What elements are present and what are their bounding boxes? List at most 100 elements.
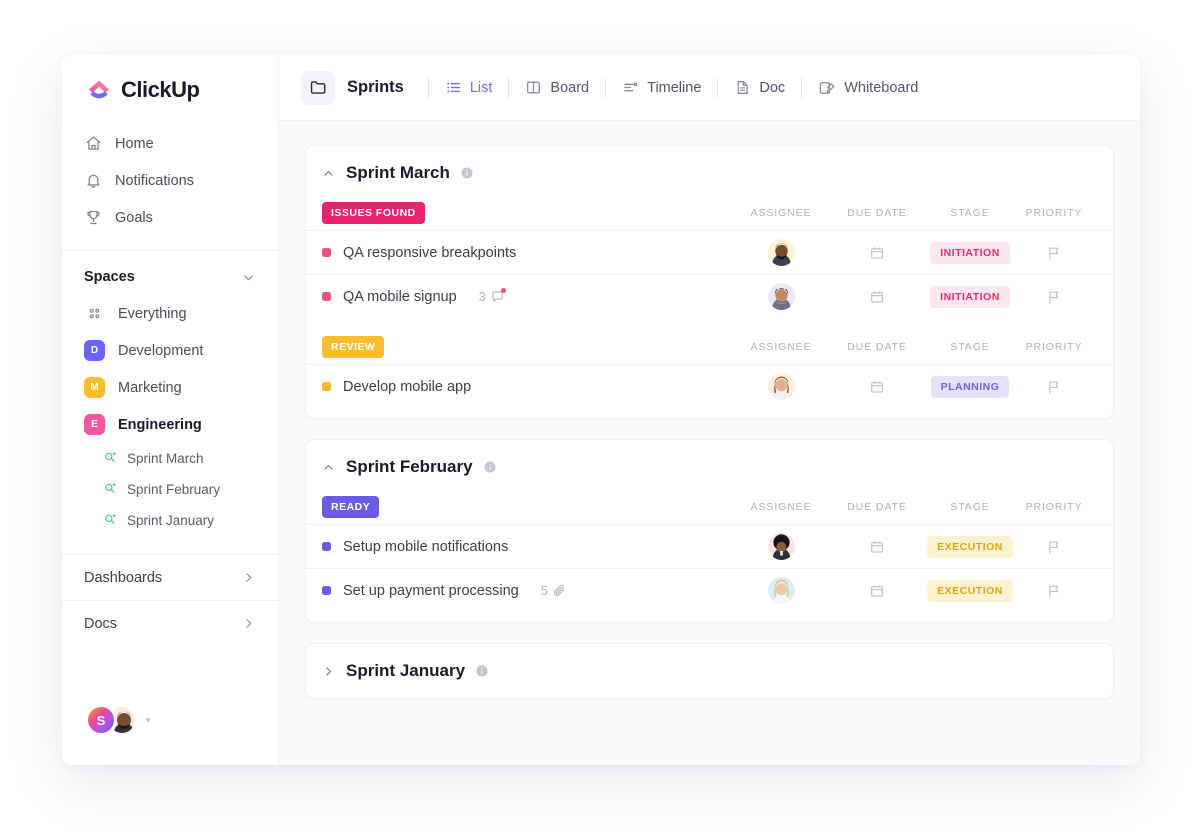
sidebar-item-sprint-march[interactable]: Sprint March	[62, 443, 278, 474]
chevron-down-icon[interactable]: ▾	[146, 715, 151, 726]
column-header-assignee: ASSIGNEE	[750, 207, 812, 219]
status-dot	[322, 292, 331, 301]
tab-whiteboard[interactable]: Whiteboard	[816, 74, 920, 102]
stage-pill[interactable]: INITIATION	[930, 285, 1010, 308]
group-header-ready: READY ASSIGNEE DUE DATE STAGE PRIORITY	[306, 490, 1113, 524]
assignee-cell[interactable]	[733, 283, 829, 310]
chevron-up-icon[interactable]	[322, 461, 336, 474]
sprint-header[interactable]: Sprint March	[306, 146, 1113, 196]
info-icon[interactable]	[475, 664, 489, 678]
status-badge[interactable]: REVIEW	[322, 336, 385, 358]
stage-cell[interactable]: PLANNING	[925, 375, 1015, 398]
stage-cell[interactable]: EXECUTION	[925, 579, 1015, 602]
column-header-due-date: DUE DATE	[847, 501, 907, 513]
info-icon[interactable]	[483, 460, 497, 474]
stage-pill[interactable]: PLANNING	[930, 375, 1010, 398]
stage-cell[interactable]: INITIATION	[925, 285, 1015, 308]
toolbar-separator	[801, 77, 803, 98]
sidebar-item-development[interactable]: D Development	[62, 332, 278, 369]
flag-icon[interactable]	[1046, 583, 1062, 599]
due-date-cell[interactable]	[829, 539, 925, 555]
toolbar-separator	[427, 77, 429, 98]
priority-cell[interactable]	[1015, 289, 1093, 305]
priority-cell[interactable]	[1015, 539, 1093, 555]
priority-cell[interactable]	[1015, 379, 1093, 395]
sidebar-item-dashboards[interactable]: Dashboards	[62, 554, 278, 600]
column-headers: ASSIGNEE DUE DATE STAGE PRIORITY	[733, 501, 1093, 513]
assignee-cell[interactable]	[733, 577, 829, 604]
workspace-avatar[interactable]: S	[86, 705, 116, 735]
status-badge[interactable]: ISSUES FOUND	[322, 202, 425, 224]
tab-doc[interactable]: Doc	[732, 74, 787, 101]
stage-cell[interactable]: EXECUTION	[925, 535, 1015, 558]
assignee-cell[interactable]	[733, 373, 829, 400]
sidebar-item-sprint-january[interactable]: Sprint January	[62, 505, 278, 536]
tab-label: List	[469, 79, 493, 96]
avatar[interactable]	[767, 239, 795, 266]
sidebar-item-label: Docs	[84, 615, 118, 632]
user-account-area[interactable]: S ▾	[62, 705, 278, 765]
sidebar-item-everything[interactable]: Everything	[62, 295, 278, 332]
column-header-stage: STAGE	[950, 207, 990, 219]
table-row[interactable]: Setup mobile notifications EXECUTION	[306, 524, 1113, 568]
sprint-header[interactable]: Sprint February	[306, 440, 1113, 490]
comment-icon[interactable]	[490, 288, 506, 304]
priority-cell[interactable]	[1015, 583, 1093, 599]
folder-breadcrumb[interactable]: Sprints	[301, 70, 414, 105]
app-logo[interactable]: ClickUp	[62, 55, 278, 123]
avatar[interactable]	[767, 373, 795, 400]
due-date-cell[interactable]	[829, 379, 925, 395]
priority-cell[interactable]	[1015, 245, 1093, 261]
table-row[interactable]: QA responsive breakpoints INITIATION	[306, 230, 1113, 274]
sidebar-item-engineering[interactable]: E Engineering	[62, 406, 278, 443]
sidebar-item-goals[interactable]: Goals	[72, 199, 268, 236]
due-date-cell[interactable]	[829, 583, 925, 599]
assignee-cell[interactable]	[733, 533, 829, 560]
task-title: Setup mobile notifications	[343, 538, 509, 555]
due-date-cell[interactable]	[829, 245, 925, 261]
flag-icon[interactable]	[1046, 245, 1062, 261]
attachment-icon[interactable]	[552, 583, 567, 598]
spaces-header[interactable]: Spaces	[62, 255, 278, 295]
task-title: QA responsive breakpoints	[343, 244, 517, 261]
sidebar-item-notifications[interactable]: Notifications	[72, 162, 268, 199]
sidebar-item-label: Engineering	[118, 416, 202, 433]
flag-icon[interactable]	[1046, 379, 1062, 395]
avatar[interactable]	[767, 283, 795, 310]
sidebar-item-docs[interactable]: Docs	[62, 600, 278, 646]
stage-pill[interactable]: INITIATION	[930, 241, 1010, 264]
due-date-cell[interactable]	[829, 289, 925, 305]
toolbar-separator	[717, 77, 719, 98]
chevron-down-icon[interactable]	[241, 270, 256, 285]
flag-icon[interactable]	[1046, 539, 1062, 555]
chevron-right-icon[interactable]	[322, 665, 336, 678]
column-header-stage: STAGE	[950, 341, 990, 353]
tab-list[interactable]: List	[443, 74, 495, 101]
chevron-right-icon	[241, 616, 256, 631]
status-badge[interactable]: READY	[322, 496, 380, 518]
sprint-title: Sprint January	[346, 661, 466, 680]
flag-icon[interactable]	[1046, 289, 1062, 305]
task-title: Set up payment processing	[343, 582, 519, 599]
column-header-due-date: DUE DATE	[847, 341, 907, 353]
table-row[interactable]: QA mobile signup 3 INITIATION	[306, 274, 1113, 318]
stage-pill[interactable]: EXECUTION	[927, 535, 1013, 558]
table-row[interactable]: Develop mobile app PLANNING	[306, 364, 1113, 408]
tab-timeline[interactable]: Timeline	[620, 74, 703, 101]
assignee-cell[interactable]	[733, 239, 829, 266]
status-dot	[322, 248, 331, 257]
sidebar-item-home[interactable]: Home	[72, 125, 268, 162]
sprint-list-icon	[103, 450, 117, 467]
avatar[interactable]	[767, 533, 795, 560]
sidebar-item-sprint-february[interactable]: Sprint February	[62, 474, 278, 505]
stage-pill[interactable]: EXECUTION	[927, 579, 1013, 602]
avatar[interactable]	[767, 577, 795, 604]
sidebar-item-marketing[interactable]: M Marketing	[62, 369, 278, 406]
info-icon[interactable]	[460, 166, 474, 180]
stage-cell[interactable]: INITIATION	[925, 241, 1015, 264]
sprint-header[interactable]: Sprint January	[306, 644, 1113, 698]
view-toolbar: Sprints List Board Timeline Doc Whiteboa…	[279, 55, 1140, 121]
table-row[interactable]: Set up payment processing 5 EXECUTION	[306, 568, 1113, 612]
chevron-up-icon[interactable]	[322, 167, 336, 180]
tab-board[interactable]: Board	[523, 74, 591, 101]
